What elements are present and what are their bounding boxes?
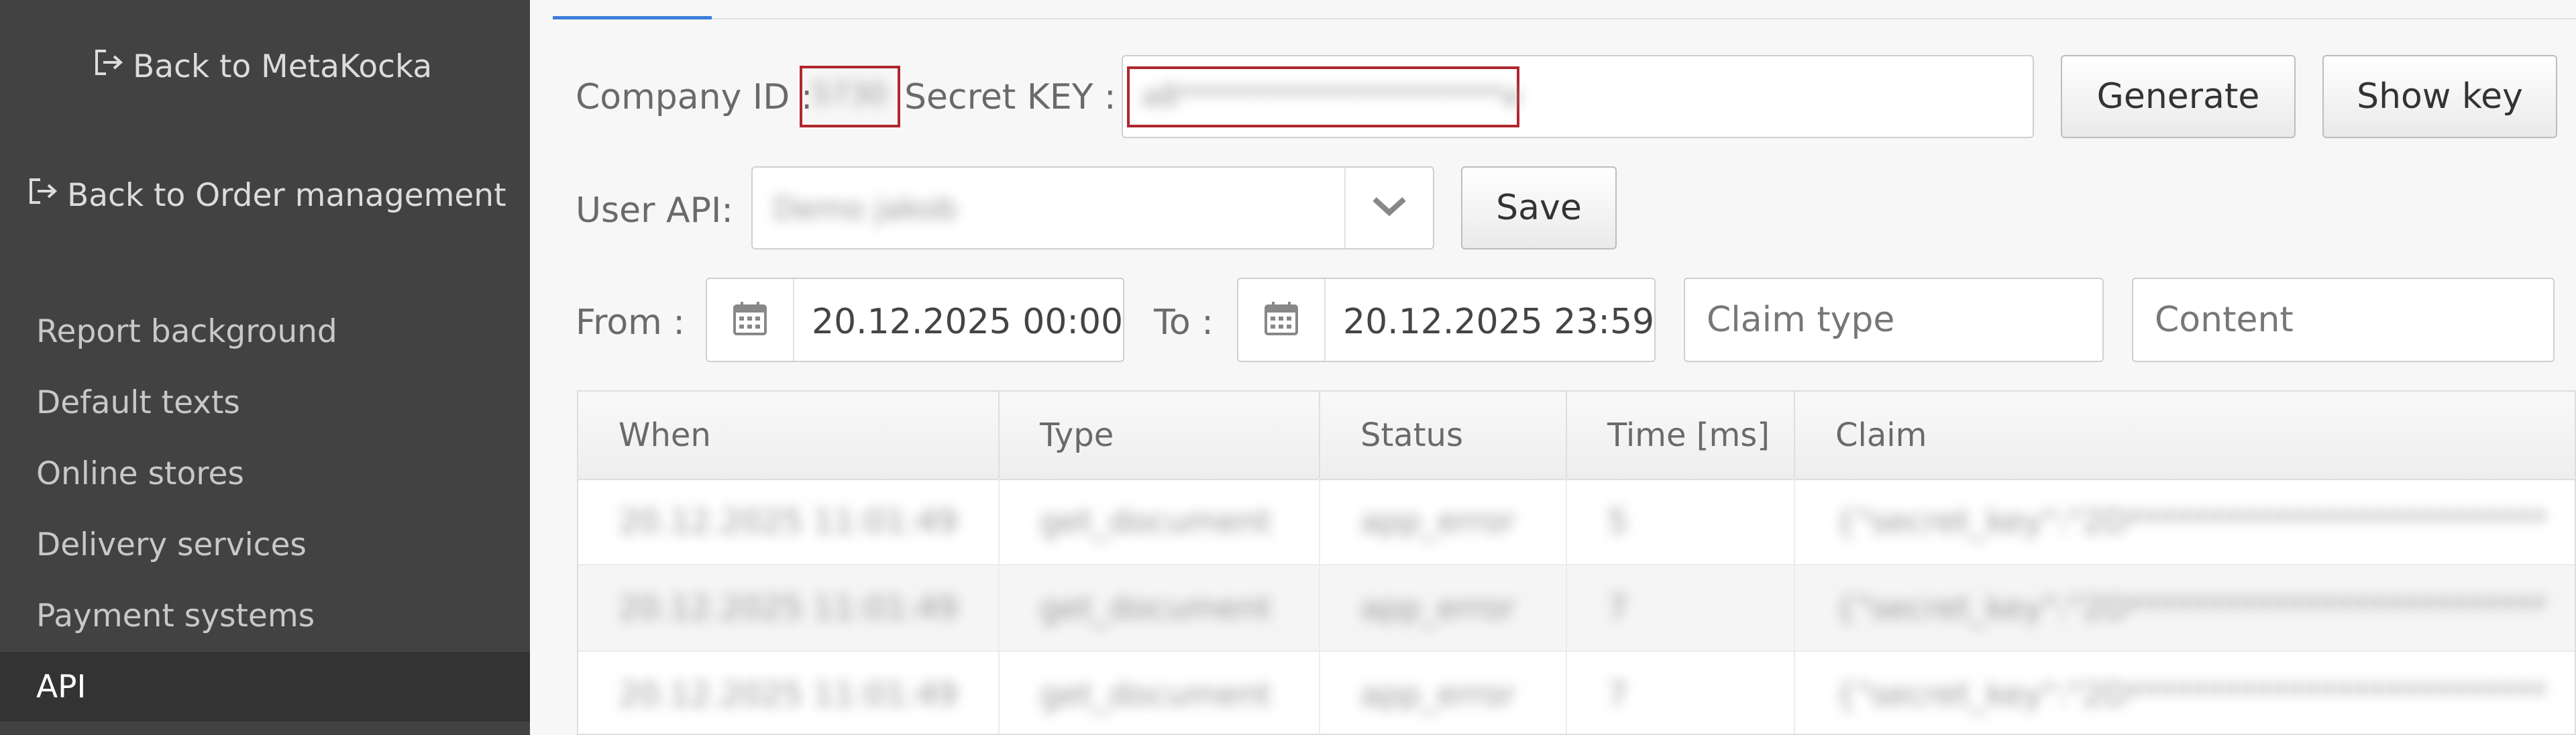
cell-when: 20.12.2025 11:01:49: [578, 652, 1000, 734]
column-header-status[interactable]: Status: [1320, 392, 1567, 479]
back-to-order-management-link[interactable]: Back to Order management: [27, 176, 506, 215]
company-id-label: Company ID :: [576, 77, 813, 117]
secret-key-label: Secret KEY :: [904, 77, 1116, 117]
to-date-field[interactable]: 20.12.2025 23:59: [1237, 278, 1656, 362]
cell-type: get_document: [1000, 652, 1320, 734]
sidebar-item-report-background[interactable]: Report background: [0, 296, 530, 366]
sidebar-item-delivery-services[interactable]: Delivery services: [0, 510, 530, 579]
cell-type: get_document: [1000, 479, 1320, 564]
column-header-when[interactable]: When: [578, 392, 1000, 479]
api-settings-panel: Company ID : 5730 Secret KEY : a8*******…: [530, 0, 2576, 735]
claim-type-placeholder: Claim type: [1707, 300, 1895, 340]
select-dropdown-toggle[interactable]: [1344, 168, 1433, 248]
back-to-metakocka-link[interactable]: Back to MetaKocka: [93, 47, 432, 86]
back-to-order-management-label: Back to Order management: [67, 176, 506, 214]
sidebar-item-label: Online stores: [36, 455, 244, 492]
cell-time: 5: [1567, 479, 1795, 564]
save-button[interactable]: Save: [1461, 166, 1617, 249]
to-label: To :: [1154, 302, 1214, 343]
user-api-value: Demo jakob: [773, 190, 957, 227]
user-api-select[interactable]: Demo jakob: [751, 166, 1434, 249]
sign-out-icon: [93, 47, 126, 86]
sidebar-item-payment-systems[interactable]: Payment systems: [0, 581, 530, 651]
sidebar-item-label: Payment systems: [36, 597, 315, 634]
company-id-value: 5730: [812, 77, 887, 111]
from-label: From :: [576, 302, 685, 343]
cell-claim: {"secret_key":"2D***********************…: [1835, 589, 2547, 627]
cell-time: 7: [1567, 565, 1795, 651]
show-key-button[interactable]: Show key: [2322, 55, 2557, 138]
table-header: When Type Status Time [ms] Claim: [578, 392, 2575, 480]
column-header-time[interactable]: Time [ms]: [1567, 392, 1795, 479]
sign-out-icon: [27, 176, 60, 215]
table-row[interactable]: 20.12.2025 11:01:49 get_document app_err…: [578, 652, 2575, 734]
sidebar-item-label: Report background: [36, 313, 337, 350]
sidebar: Back to MetaKocka Back to Order manageme…: [0, 0, 530, 735]
cell-when: 20.12.2025 11:01:49: [578, 479, 1000, 564]
calendar-icon: [732, 300, 768, 339]
sidebar-item-default-texts[interactable]: Default texts: [0, 368, 530, 437]
column-header-type[interactable]: Type: [1000, 392, 1320, 479]
table-row[interactable]: 20.12.2025 11:01:49 get_document app_err…: [578, 565, 2575, 652]
sidebar-item-online-stores[interactable]: Online stores: [0, 439, 530, 508]
calendar-button[interactable]: [707, 279, 794, 361]
api-log-table: When Type Status Time [ms] Claim 20.12.2…: [577, 390, 2576, 735]
cell-claim: {"secret_key":"2D***********************…: [1835, 502, 2547, 541]
sidebar-item-label: Default texts: [36, 384, 240, 421]
table-row[interactable]: 20.12.2025 11:01:49 get_document app_err…: [578, 479, 2575, 565]
calendar-button[interactable]: [1238, 279, 1326, 361]
cell-type: get_document: [1000, 565, 1320, 651]
column-header-claim[interactable]: Claim: [1795, 392, 2575, 479]
sidebar-item-label: Delivery services: [36, 526, 307, 563]
calendar-icon: [1263, 300, 1299, 339]
content-input[interactable]: Content: [2132, 278, 2555, 362]
from-date-value: 20.12.2025 00:00: [812, 302, 1124, 342]
content-placeholder: Content: [2155, 300, 2294, 340]
claim-type-input[interactable]: Claim type: [1684, 278, 2104, 362]
cell-status: app_error: [1320, 565, 1567, 651]
sidebar-item-api[interactable]: API: [0, 652, 530, 722]
cell-claim: {"secret_key":"2D***********************…: [1835, 675, 2547, 714]
back-to-metakocka-label: Back to MetaKocka: [133, 48, 433, 85]
active-tab-indicator: [553, 16, 712, 19]
sidebar-item-label: API: [36, 668, 87, 705]
cell-time: 7: [1567, 652, 1795, 734]
cell-status: app_error: [1320, 479, 1567, 564]
user-api-label: User API:: [576, 190, 733, 231]
to-date-value: 20.12.2025 23:59: [1343, 302, 1655, 342]
cell-status: app_error: [1320, 652, 1567, 734]
chevron-down-icon: [1371, 195, 1408, 221]
secret-key-value: a8**********************e: [1142, 79, 1522, 113]
from-date-field[interactable]: 20.12.2025 00:00: [706, 278, 1124, 362]
tab-divider: [553, 18, 2576, 19]
generate-button[interactable]: Generate: [2061, 55, 2296, 138]
cell-when: 20.12.2025 11:01:49: [578, 565, 1000, 651]
